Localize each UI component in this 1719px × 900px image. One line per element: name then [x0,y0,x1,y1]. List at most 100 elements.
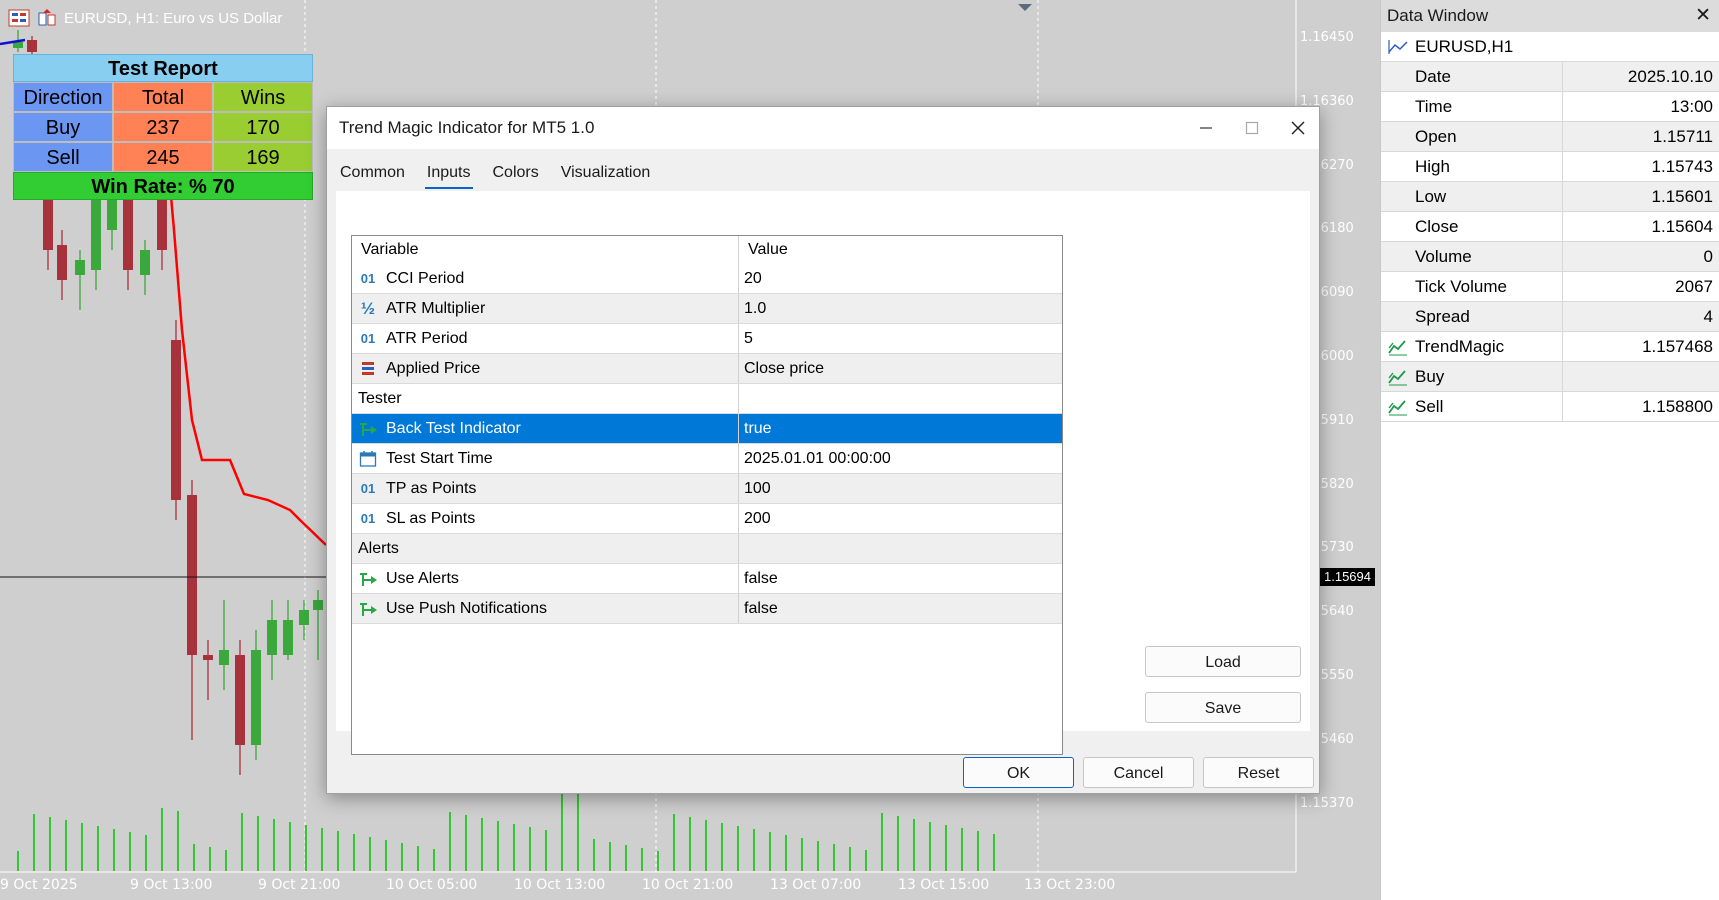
data-window-label: Date [1415,67,1451,86]
grid-row[interactable]: 01 SL as Points 200 [352,504,1062,534]
grid-value-cell[interactable]: false [739,594,1062,623]
grid-row[interactable]: Use Alerts false [352,564,1062,594]
tab-inputs[interactable]: Inputs [424,159,473,189]
data-window-row[interactable]: TrendMagic 1.157468 [1381,332,1719,362]
time-tick-label: 10 Oct 21:00 [642,877,734,893]
candle-body [267,620,277,655]
grid-row[interactable]: 01 ATR Period 5 [352,324,1062,354]
grid-value-cell[interactable]: 100 [739,474,1062,503]
data-window-symbol-row[interactable]: EURUSD,H1 [1381,32,1719,62]
grid-variable-cell: Alerts [352,534,739,563]
data-window-row[interactable]: Sell 1.158800 [1381,392,1719,422]
reset-button[interactable]: Reset [1203,757,1314,788]
grid-section-row[interactable]: Tester [352,384,1062,414]
report-header-total: Total [113,82,213,112]
inputs-grid[interactable]: Variable Value 01 CCI Period 20 ½ ATR Multip… [351,235,1063,755]
close-icon[interactable]: ✕ [1695,0,1711,32]
candle-body [235,655,245,745]
close-button[interactable] [1275,107,1321,149]
report-total: 237 [113,112,213,142]
data-window-label-cell: High [1381,152,1563,181]
grid-value-cell[interactable]: 1.0 [739,294,1062,323]
grid-value-cell[interactable]: 2025.01.01 00:00:00 [739,444,1062,473]
grid-variable-label: ATR Period [386,330,468,347]
data-window-row[interactable]: Close 1.15604 [1381,212,1719,242]
data-window-value [1563,362,1719,391]
indicator-line-icon [1388,370,1407,386]
candle-body [251,650,261,745]
data-window-row[interactable]: Volume 0 [1381,242,1719,272]
cancel-button[interactable]: Cancel [1083,757,1194,788]
report-row-sell: Sell 245 169 [13,142,313,172]
data-window-symbol: EURUSD,H1 [1415,36,1514,56]
data-window-row[interactable]: Time 13:00 [1381,92,1719,122]
grid-value-cell[interactable]: Close price [739,354,1062,383]
grid-variable-cell: ½ ATR Multiplier [352,294,739,323]
grid-variable-label: Use Push Notifications [386,600,547,617]
data-window-row[interactable]: Low 1.15601 [1381,182,1719,212]
data-window-title: Data Window [1387,6,1489,25]
tab-common[interactable]: Common [338,159,407,189]
column-header-value[interactable]: Value [739,236,1062,264]
ok-button[interactable]: OK [963,757,1074,788]
indicator-line-icon [1388,340,1407,356]
grid-row[interactable]: 01 TP as Points 100 [352,474,1062,504]
grid-row[interactable]: Test Start Time 2025.01.01 00:00:00 [352,444,1062,474]
grid-value-cell[interactable]: 5 [739,324,1062,353]
data-window-label-cell: Tick Volume [1381,272,1563,301]
report-wins: 170 [213,112,313,142]
chart-settings-icon[interactable] [8,9,30,27]
data-window-row[interactable]: Open 1.15711 [1381,122,1719,152]
chart-line-icon [1388,39,1408,54]
time-tick-label: 13 Oct 07:00 [770,877,862,893]
grid-value-cell[interactable]: false [739,564,1062,593]
grid-section-row[interactable]: Alerts [352,534,1062,564]
candle-body [107,200,117,230]
dialog-titlebar[interactable]: Trend Magic Indicator for MT5 1.0 [327,107,1319,149]
grid-row[interactable]: 01 CCI Period 20 [352,264,1062,294]
integer-icon: 01 [360,331,376,346]
data-window-label: Buy [1415,367,1445,386]
data-window-label: Open [1415,127,1457,146]
grid-row[interactable]: Back Test Indicator true [352,414,1062,444]
grid-value-cell[interactable]: 20 [739,264,1062,293]
minimize-button[interactable] [1183,107,1229,149]
tab-colors[interactable]: Colors [491,159,541,189]
grid-variable-cell: 01 SL as Points [352,504,739,533]
grid-row[interactable]: Use Push Notifications false [352,594,1062,624]
data-window-value: 1.15601 [1651,187,1713,206]
load-button[interactable]: Load [1145,646,1301,677]
data-window-label: Volume [1415,247,1472,266]
data-window-label-cell: TrendMagic [1381,332,1563,361]
data-window-titlebar[interactable]: Data Window ✕ [1381,0,1719,32]
grid-variable-cell: Use Alerts [352,564,739,593]
data-window-row[interactable]: Date 2025.10.10 [1381,62,1719,92]
grid-row[interactable]: ½ ATR Multiplier 1.0 [352,294,1062,324]
data-window-row[interactable]: High 1.15743 [1381,152,1719,182]
data-window-row[interactable]: Tick Volume 2067 [1381,272,1719,302]
grid-variable-label: SL as Points [386,510,476,527]
tab-visualization[interactable]: Visualization [559,159,653,189]
data-window-row[interactable]: Buy [1381,362,1719,392]
save-button[interactable]: Save [1145,692,1301,723]
data-window-label-cell: Buy [1381,362,1563,391]
grid-variable-cell: 01 CCI Period [352,264,739,293]
grid-row[interactable]: Applied Price Close price [352,354,1062,384]
grid-variable-label: TP as Points [386,480,477,497]
candle-body [203,655,213,660]
trading-icon[interactable] [36,9,58,27]
scroll-marker-icon[interactable] [1018,4,1032,11]
data-window-row[interactable]: Spread 4 [1381,302,1719,332]
data-window-value: 2067 [1675,277,1713,296]
data-window-rows: Date 2025.10.10 Time 13:00 Open 1.15711 High 1.… [1381,62,1719,422]
indicator-properties-dialog: Trend Magic Indicator for MT5 1.0 Common… [326,106,1320,794]
data-window-label: Sell [1415,397,1444,416]
grid-variable-label: Applied Price [386,360,481,377]
time-tick-label: 13 Oct 15:00 [898,877,990,893]
grid-value-cell[interactable]: 200 [739,504,1062,533]
column-header-variable[interactable]: Variable [352,236,739,264]
grid-value-cell[interactable]: true [739,414,1062,443]
candle-body [283,620,293,655]
data-window-value: 1.15711 [1652,127,1713,146]
maximize-button[interactable] [1229,107,1275,149]
